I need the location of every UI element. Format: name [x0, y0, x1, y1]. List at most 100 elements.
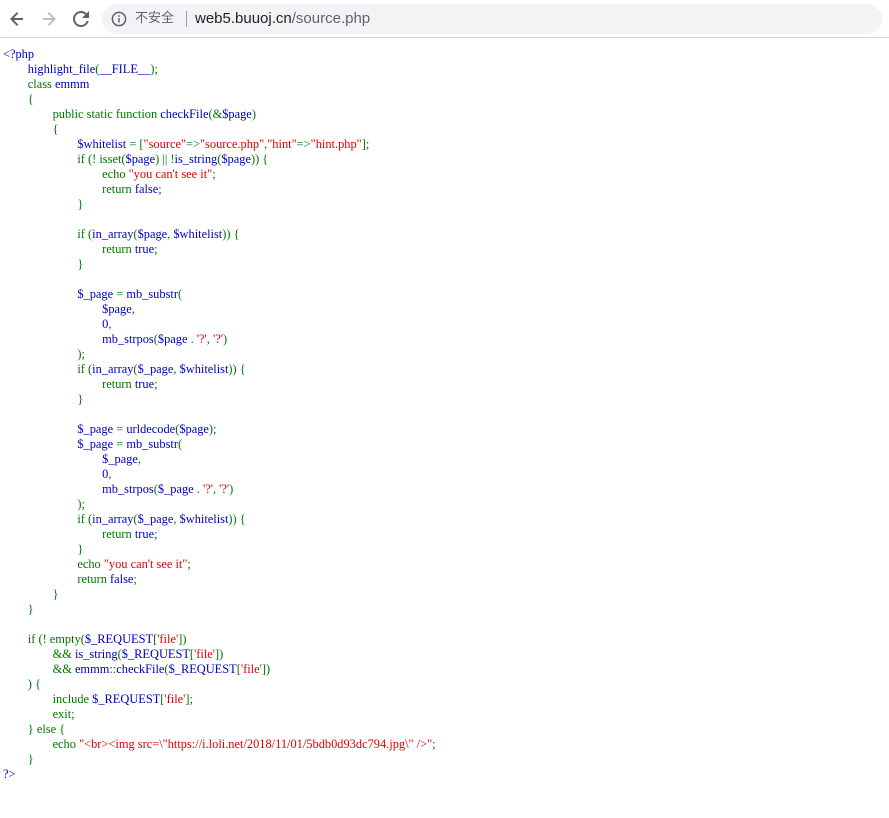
code-token-keyword: , [131, 302, 135, 316]
code-token-keyword: )) { [228, 362, 246, 376]
code-token-keyword: echo [3, 557, 104, 571]
address-bar-divider [186, 11, 187, 27]
code-token-keyword: ]; [361, 137, 370, 151]
code-line: } [3, 752, 436, 767]
code-line: } else { [3, 722, 436, 737]
code-token-keyword: = [116, 422, 127, 436]
forward-button[interactable] [37, 7, 61, 31]
code-line: $_page = mb_substr( [3, 287, 436, 302]
code-token-keyword: ; [212, 167, 216, 181]
code-line: } [3, 602, 436, 617]
code-token-keyword: ; [432, 737, 436, 751]
code-token-keyword: } [3, 602, 34, 616]
code-token-keyword: if (! empty( [3, 632, 85, 646]
code-token-keyword: return [3, 377, 135, 391]
address-bar[interactable]: 不安全 web5.buuoj.cn/source.php [102, 4, 882, 34]
arrow-right-icon [43, 12, 56, 26]
code-token-default: mb_strpos [3, 482, 154, 496]
code-token-keyword: ) || ! [155, 152, 175, 166]
code-line: class emmm [3, 77, 436, 92]
back-button[interactable] [5, 7, 29, 31]
code-line: $_page, [3, 452, 436, 467]
code-token-default: is_string [174, 152, 218, 166]
code-token-keyword: = [116, 437, 127, 451]
url-text[interactable]: web5.buuoj.cn/source.php [195, 10, 370, 28]
code-token-keyword: ; [154, 242, 158, 256]
code-token-keyword: } else { [3, 722, 66, 736]
code-token-default: highlight_file [3, 62, 96, 76]
code-token-default: in_array [92, 512, 134, 526]
code-token-keyword: return [3, 242, 135, 256]
code-token-string: "you can't see it" [103, 557, 188, 571]
code-token-keyword: ); [150, 62, 158, 76]
browser-toolbar: 不安全 web5.buuoj.cn/source.php [0, 0, 889, 38]
code-token-keyword: => [186, 137, 200, 151]
code-token-string: 'file' [240, 662, 262, 676]
code-token-keyword: )) { [222, 227, 240, 241]
code-token-string: "<br><img src=\"https://i.loli.net/2018/… [79, 737, 433, 751]
security-status-label[interactable]: 不安全 [135, 11, 174, 27]
code-token-keyword: , [137, 452, 142, 466]
code-token-default: $_page [157, 482, 197, 496]
code-line: && is_string($_REQUEST['file']) [3, 647, 436, 662]
code-token-keyword: ]) [178, 632, 187, 646]
code-token-keyword: ); [208, 422, 217, 436]
code-line: return false; [3, 572, 436, 587]
code-line: $_page = urldecode($page); [3, 422, 436, 437]
code-line: } [3, 542, 436, 557]
url-host: web5.buuoj.cn [195, 10, 292, 27]
code-token-default: in_array [92, 227, 134, 241]
info-circle-icon[interactable] [111, 11, 127, 27]
code-token-string: '?' [203, 482, 213, 496]
code-line: ); [3, 497, 436, 512]
code-token-keyword: include [3, 692, 93, 706]
code-token-default: $page [137, 227, 168, 241]
code-token-keyword: return [3, 572, 111, 586]
code-token-keyword: (& [208, 107, 223, 121]
code-line: public static function checkFile(&$page) [3, 107, 436, 122]
code-token-default: checkFile [160, 107, 209, 121]
code-token-keyword: ) { [3, 677, 41, 691]
code-line: } [3, 587, 436, 602]
code-token-keyword: ; [154, 527, 158, 541]
code-line: { [3, 122, 436, 137]
code-token-keyword: , [108, 467, 112, 481]
code-line: return true; [3, 242, 436, 257]
code-token-keyword: )) { [250, 152, 269, 166]
code-token-keyword: ); [3, 347, 85, 361]
code-token-string: '?' [196, 332, 207, 346]
code-token-default: $_REQUEST [168, 662, 237, 676]
code-token-default: true [134, 377, 155, 391]
code-token-keyword: if ( [3, 362, 93, 376]
code-token-default: mb_substr [126, 287, 178, 301]
code-line: mb_strpos($_page . '?', '?') [3, 482, 436, 497]
code-line: if (! isset($page) || !is_string($page))… [3, 152, 436, 167]
code-token-default: <?php [3, 47, 35, 61]
code-token-keyword: } [3, 587, 59, 601]
code-token-string: "hint" [267, 137, 297, 151]
code-token-string: 'file' [157, 632, 179, 646]
code-line: echo "you can't see it"; [3, 167, 436, 182]
code-line: } [3, 197, 436, 212]
code-token-keyword: ]) [261, 662, 271, 676]
code-token-default: __FILE__ [99, 62, 151, 76]
code-token-keyword: => [296, 137, 311, 151]
reload-button[interactable] [69, 7, 93, 31]
code-token-keyword: ]) [215, 647, 224, 661]
code-line: include $_REQUEST['file']; [3, 692, 436, 707]
code-token-string: '?' [212, 332, 223, 346]
php-source-code: <?php highlight_file(__FILE__); class em… [3, 47, 436, 782]
code-token-default: 0 [3, 317, 109, 331]
code-token-keyword: { [3, 122, 59, 136]
code-token-keyword: ) [251, 107, 256, 121]
code-token-keyword: = [ [129, 137, 144, 151]
code-token-keyword: , [108, 317, 112, 331]
code-token-keyword: { [3, 92, 34, 106]
code-token-default: emmm [74, 662, 110, 676]
code-line: $page, [3, 302, 436, 317]
code-token-keyword: ]; [185, 692, 193, 706]
code-token-default: $page [157, 332, 191, 346]
code-token-string: '?' [219, 482, 230, 496]
code-line: { [3, 92, 436, 107]
